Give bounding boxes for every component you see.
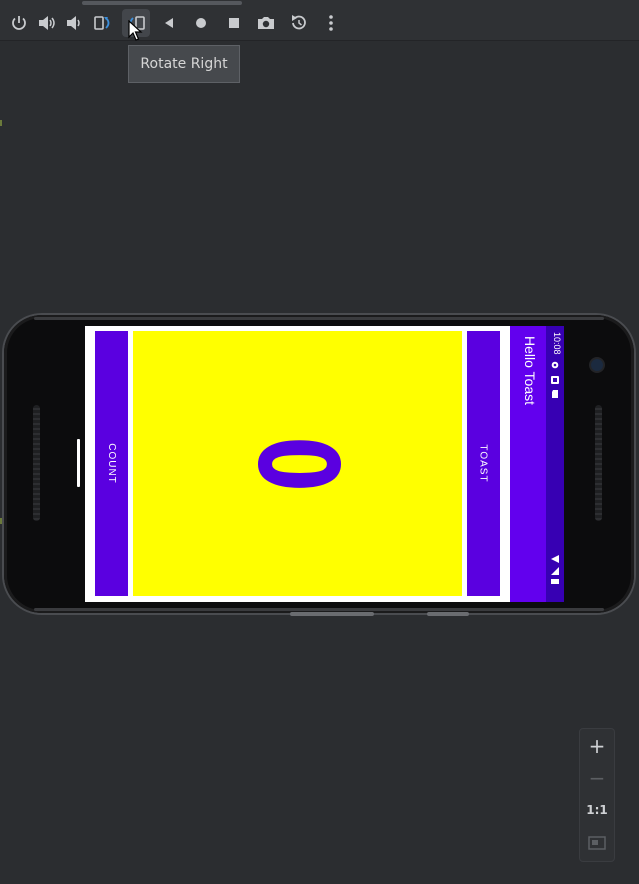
zoom-in-button[interactable]: + — [580, 731, 614, 761]
battery-icon — [551, 579, 559, 584]
overview-icon — [229, 18, 239, 28]
zoom-out-button[interactable]: − — [580, 763, 614, 793]
screenshot-button[interactable] — [252, 9, 280, 37]
count-display: 0 — [133, 331, 462, 596]
mouse-cursor-icon — [128, 20, 143, 41]
bezel-edge — [34, 608, 604, 611]
bezel-edge — [34, 317, 604, 320]
front-camera — [591, 359, 603, 371]
more-icon — [329, 15, 333, 31]
device-side-button[interactable] — [427, 612, 469, 616]
zoom-controls: + − 1:1 — [579, 728, 615, 862]
rotate-left-icon — [94, 16, 110, 30]
signal-icon — [551, 567, 559, 575]
app-bar: Hello Toast — [510, 326, 546, 602]
status-bar: 10:08 — [546, 326, 564, 602]
toast-button[interactable]: TOAST — [467, 331, 500, 596]
power-icon — [12, 16, 26, 30]
snapshot-button[interactable] — [285, 9, 313, 37]
home-button[interactable] — [187, 9, 215, 37]
volume-down-icon — [67, 16, 80, 30]
edge-marker — [0, 120, 2, 126]
power-button[interactable] — [5, 9, 33, 37]
rotate-left-button[interactable] — [90, 9, 118, 37]
speaker-grille — [33, 405, 40, 521]
back-icon — [165, 18, 173, 28]
device-screen: COUNT 0 TOAST Hello Toast 10:08 — [85, 326, 564, 602]
navigation-handle — [77, 439, 80, 487]
camera-icon — [258, 17, 274, 29]
app-title: Hello Toast — [522, 336, 538, 406]
toast-button-label: TOAST — [478, 444, 489, 483]
fit-screen-icon — [588, 836, 606, 850]
toolbar-scrollbar[interactable] — [82, 1, 242, 5]
wifi-icon — [551, 555, 559, 563]
status-time: 10:08 — [552, 332, 562, 355]
fit-screen-button[interactable] — [580, 828, 614, 858]
volume-down-button[interactable] — [61, 9, 89, 37]
count-button-label: COUNT — [106, 443, 117, 484]
device-side-button[interactable] — [290, 612, 374, 616]
snapshot-icon — [292, 15, 306, 30]
emulator-window: Rotate Right COUNT 0 TOAST Hello Toast 1… — [0, 0, 639, 884]
back-button[interactable] — [155, 9, 183, 37]
sd-card-icon — [552, 390, 558, 398]
notification-icon — [551, 376, 559, 384]
actual-size-button[interactable]: 1:1 — [580, 795, 614, 825]
speaker-grille — [595, 405, 602, 521]
overview-button[interactable] — [220, 9, 248, 37]
volume-up-button[interactable] — [33, 9, 61, 37]
volume-up-icon — [39, 16, 55, 30]
emulator-toolbar — [0, 0, 639, 41]
count-value: 0 — [233, 435, 362, 492]
count-button[interactable]: COUNT — [95, 331, 128, 596]
home-icon — [196, 18, 206, 28]
tooltip: Rotate Right — [128, 45, 240, 83]
more-button[interactable] — [317, 9, 345, 37]
edge-marker — [0, 518, 2, 524]
settings-icon — [551, 361, 559, 369]
